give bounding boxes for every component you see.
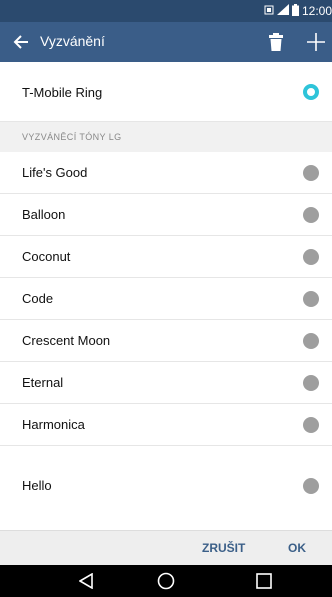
- radio-unselected-icon[interactable]: [303, 249, 319, 265]
- radio-unselected-icon[interactable]: [303, 417, 319, 433]
- radio-unselected-icon[interactable]: [303, 478, 319, 494]
- nav-recents-button[interactable]: [244, 565, 284, 597]
- list-item[interactable]: Hello: [0, 446, 332, 530]
- add-button[interactable]: [302, 27, 330, 57]
- recents-square-icon: [256, 573, 272, 589]
- back-triangle-icon: [79, 573, 93, 589]
- radio-selected-icon[interactable]: [303, 84, 319, 100]
- radio-unselected-icon[interactable]: [303, 207, 319, 223]
- radio-unselected-icon[interactable]: [303, 165, 319, 181]
- section-header: VYZVÁNĚCÍ TÓNY LG: [0, 122, 332, 152]
- delete-button[interactable]: [262, 28, 290, 56]
- ringtone-label: Coconut: [22, 249, 71, 264]
- ringtone-label: T-Mobile Ring: [22, 85, 103, 100]
- ok-button[interactable]: OK: [288, 541, 306, 555]
- signal-icon: [276, 4, 289, 18]
- ringtone-label: Life's Good: [22, 165, 88, 180]
- list-item[interactable]: Life's Good: [0, 152, 332, 194]
- list-item[interactable]: Crescent Moon: [0, 320, 332, 362]
- home-circle-icon: [157, 572, 175, 590]
- list-item[interactable]: Balloon: [0, 194, 332, 236]
- cancel-button[interactable]: ZRUŠIT: [202, 541, 245, 555]
- radio-unselected-icon[interactable]: [303, 291, 319, 307]
- status-time: 12:00: [301, 4, 332, 18]
- nav-home-button[interactable]: [146, 565, 186, 597]
- list-item[interactable]: Code: [0, 278, 332, 320]
- action-bar: ZRUŠIT OK: [0, 530, 332, 565]
- ringtone-label: Code: [22, 291, 54, 306]
- ringtone-label: Balloon: [22, 207, 66, 222]
- page-title: Vyzvánění: [40, 33, 105, 49]
- radio-unselected-icon[interactable]: [303, 333, 319, 349]
- trash-icon: [269, 33, 283, 51]
- status-icons: 12:00: [264, 3, 332, 19]
- list-item[interactable]: Eternal: [0, 362, 332, 404]
- list-item[interactable]: Harmonica: [0, 404, 332, 446]
- ringtone-label: Eternal: [22, 375, 64, 390]
- navigation-bar: [0, 565, 332, 597]
- ringtone-label: Harmonica: [22, 417, 85, 432]
- status-bar: 12:00: [0, 0, 332, 22]
- nav-back-button[interactable]: [66, 565, 106, 597]
- plus-icon: [307, 33, 325, 51]
- list-item[interactable]: Coconut: [0, 236, 332, 278]
- list-item-current-ringtone[interactable]: T-Mobile Ring: [0, 62, 332, 122]
- back-arrow-icon: [13, 35, 28, 49]
- ringtone-label: Crescent Moon: [22, 333, 111, 348]
- section-header-label: VYZVÁNĚCÍ TÓNY LG: [22, 132, 122, 142]
- back-button[interactable]: [6, 27, 36, 57]
- battery-icon: [291, 3, 299, 19]
- ringtone-label: Hello: [22, 478, 52, 493]
- radio-unselected-icon[interactable]: [303, 375, 319, 391]
- sim-icon: [264, 4, 274, 18]
- app-bar: Vyzvánění: [0, 22, 332, 62]
